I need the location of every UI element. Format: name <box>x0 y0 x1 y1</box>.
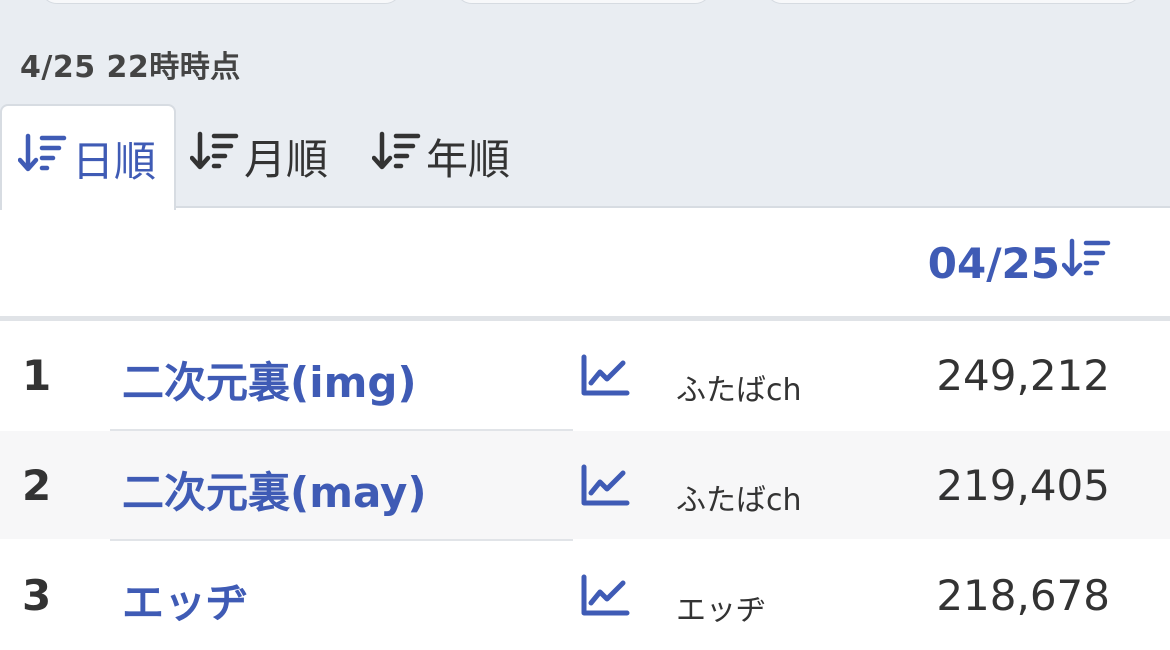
site-name: ふたばch <box>676 483 802 518</box>
line-chart-icon[interactable] <box>580 463 630 507</box>
board-name-link[interactable]: 二次元裏(img) <box>122 349 417 410</box>
rank-number: 3 <box>22 571 52 620</box>
count-value: 218,678 <box>936 571 1110 620</box>
top-filter-bar <box>0 0 1170 4</box>
table-row: 2 二次元裏(may) ふたばch 219,405 <box>0 431 1170 539</box>
site-name: ふたばch <box>676 373 802 408</box>
table-row: 1 二次元裏(img) ふたばch 249,212 <box>0 321 1170 429</box>
ranking-table: 04/25 1 二次元裏(img) ふたばch 249,212 2 二次元裏(m… <box>0 208 1170 650</box>
tab-monthly-label: 月順 <box>244 134 329 184</box>
tab-yearly[interactable]: 年順 <box>371 104 542 208</box>
sort-descending-icon <box>371 129 422 183</box>
date-column-header[interactable]: 04/25 <box>928 236 1112 290</box>
filter-pill[interactable] <box>765 0 1142 4</box>
sort-tabs: 日順 月順 年順 <box>0 104 1170 210</box>
tab-yearly-label: 年順 <box>426 134 511 184</box>
site-name: エッヂ <box>676 593 766 628</box>
tab-monthly[interactable]: 月順 <box>189 104 360 208</box>
tab-daily-label: 日順 <box>72 136 157 186</box>
count-value: 249,212 <box>936 351 1110 400</box>
board-name-link[interactable]: 二次元裏(may) <box>122 459 427 520</box>
sort-descending-icon <box>189 129 240 183</box>
board-name-link[interactable]: エッヂ <box>122 569 248 630</box>
sort-descending-icon <box>1061 236 1112 290</box>
rank-number: 1 <box>22 351 52 400</box>
table-row: 3 エッヂ エッヂ 218,678 <box>0 541 1170 649</box>
filter-pill[interactable] <box>40 0 402 4</box>
rank-number: 2 <box>22 461 52 510</box>
tab-daily[interactable]: 日順 <box>0 104 176 210</box>
line-chart-icon[interactable] <box>580 353 630 397</box>
count-value: 219,405 <box>936 461 1110 510</box>
date-column-label: 04/25 <box>927 238 1060 288</box>
timestamp-label: 4/25 22時時点 <box>20 50 241 85</box>
sort-descending-icon <box>17 131 68 185</box>
line-chart-icon[interactable] <box>580 573 630 617</box>
filter-pill[interactable] <box>455 0 712 4</box>
